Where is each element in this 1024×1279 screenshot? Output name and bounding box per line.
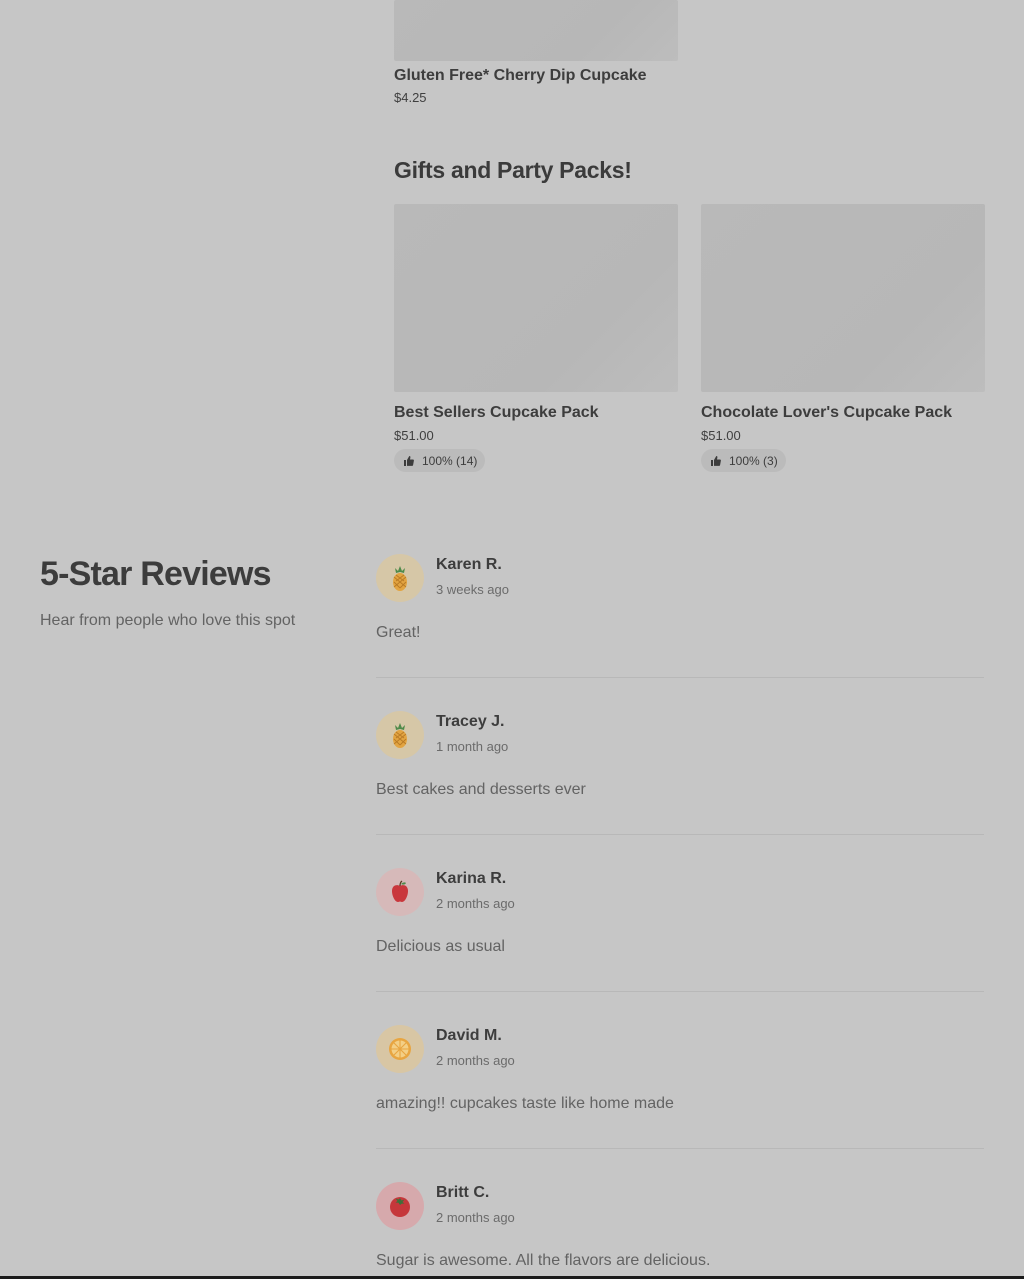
divider — [376, 991, 984, 992]
pineapple-icon — [393, 566, 407, 591]
thumbs-up-icon — [711, 455, 721, 466]
rating-badge: 100% (3) — [701, 449, 786, 472]
rating-badge: 100% (14) — [394, 449, 486, 472]
reviewer-name: Karen R. — [436, 556, 502, 573]
product-price: $51.00 — [394, 428, 434, 443]
product-title[interactable]: Gluten Free* Cherry Dip Cupcake — [394, 67, 678, 85]
apple-icon — [392, 880, 408, 902]
review-time: 2 months ago — [436, 896, 515, 911]
review-item: Tracey J. 1 month ago Best cakes and des… — [376, 711, 984, 868]
rating-text: 100% (14) — [422, 453, 478, 468]
reviews-title: 5-Star Reviews — [40, 555, 272, 593]
review-text: amazing!! cupcakes taste like home made — [376, 1095, 674, 1112]
reviewer-name: David M. — [436, 1027, 502, 1044]
review-text: Delicious as usual — [376, 938, 505, 955]
review-item: Karen R. 3 weeks ago Great! — [376, 554, 984, 711]
review-text: Best cakes and desserts ever — [376, 781, 586, 798]
product-title[interactable]: Best Sellers Cupcake Pack — [394, 404, 678, 422]
divider — [376, 1148, 984, 1149]
avatar — [376, 1025, 424, 1073]
pineapple-icon — [393, 723, 407, 748]
product-image[interactable] — [394, 0, 678, 61]
review-item: Britt C. 2 months ago Sugar is awesome. … — [376, 1182, 984, 1279]
review-time: 2 months ago — [436, 1210, 515, 1225]
page: Gluten Free* Cherry Dip Cupcake $4.25 Gi… — [0, 0, 1024, 1279]
divider — [376, 834, 984, 835]
product-card-chocolate-lovers[interactable]: Chocolate Lover's Cupcake Pack $51.00 10… — [701, 204, 985, 472]
product-image[interactable] — [394, 204, 678, 392]
review-text: Sugar is awesome. All the flavors are de… — [376, 1252, 711, 1269]
avatar — [376, 711, 424, 759]
avatar — [376, 1182, 424, 1230]
review-text: Great! — [376, 624, 421, 641]
rating-text: 100% (3) — [729, 453, 778, 468]
review-item: Karina R. 2 months ago Delicious as usua… — [376, 868, 984, 1025]
reviewer-name: Karina R. — [436, 870, 507, 887]
reviews-subtitle: Hear from people who love this spot — [40, 612, 296, 629]
thumbs-up-icon — [404, 455, 414, 466]
avatar — [376, 868, 424, 916]
product-price: $51.00 — [701, 428, 741, 443]
review-time: 2 months ago — [436, 1053, 515, 1068]
review-item: David M. 2 months ago amazing!! cupcakes… — [376, 1025, 984, 1182]
product-card-best-sellers[interactable]: Best Sellers Cupcake Pack $51.00 100% (1… — [394, 204, 678, 472]
tomato-icon — [390, 1197, 410, 1217]
avatar — [376, 554, 424, 602]
review-time: 3 weeks ago — [436, 582, 509, 597]
product-card-cherry-dip[interactable]: Gluten Free* Cherry Dip Cupcake $4.25 — [394, 0, 678, 105]
section-title: Gifts and Party Packs! — [394, 157, 632, 183]
reviewer-name: Tracey J. — [436, 713, 505, 730]
product-image[interactable] — [701, 204, 985, 392]
orange-slice-icon — [389, 1038, 411, 1060]
product-price: $4.25 — [394, 90, 427, 105]
reviewer-name: Britt C. — [436, 1184, 490, 1201]
divider — [376, 677, 984, 678]
product-title[interactable]: Chocolate Lover's Cupcake Pack — [701, 404, 985, 422]
review-time: 1 month ago — [436, 739, 509, 754]
